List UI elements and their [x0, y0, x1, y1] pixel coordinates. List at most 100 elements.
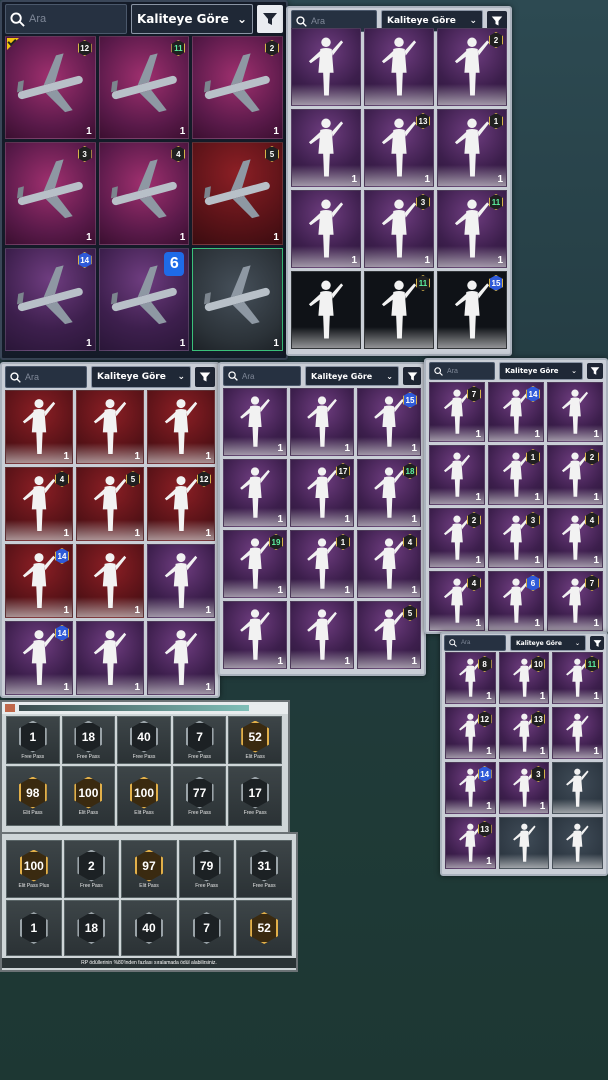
emote-item-tile[interactable]: 15 1 [357, 388, 421, 456]
season-rank-card[interactable]: 1 [6, 900, 62, 956]
filter-button[interactable] [403, 367, 421, 385]
emote-item-tile[interactable]: 41 [357, 530, 421, 598]
emote-item-tile[interactable] [364, 28, 434, 106]
emote-item-tile[interactable]: 14 1 [5, 544, 73, 618]
emote-item-tile[interactable]: 11 [488, 445, 544, 505]
emote-item-tile[interactable]: 1 [552, 707, 603, 759]
emote-item-tile[interactable]: 1 [429, 445, 485, 505]
emote-item-tile[interactable]: 1 [290, 601, 354, 669]
emote-item-tile[interactable]: 15 [437, 271, 507, 349]
sort-dropdown[interactable]: Kaliteye Göre ⌄ [305, 366, 399, 386]
season-rank-card[interactable]: 40 [121, 900, 177, 956]
sort-dropdown[interactable]: Kaliteye Göre ⌄ [131, 4, 253, 34]
season-rank-card[interactable]: 2 Free Pass [63, 840, 120, 898]
emote-item-tile[interactable]: 31 [488, 508, 544, 568]
emote-item-tile[interactable] [291, 271, 361, 349]
emote-item-tile[interactable]: 13 1 [364, 109, 434, 187]
emote-item-tile[interactable]: 31 [364, 190, 434, 268]
vehicle-item-tile[interactable]: 12 1 [5, 36, 96, 139]
emote-item-tile[interactable]: 10 1 [498, 652, 550, 704]
search-input[interactable]: Ara [5, 4, 127, 34]
season-rank-card[interactable]: 1 Free Pass [6, 716, 60, 764]
season-rank-card[interactable]: 100 Elit Pass [61, 766, 116, 826]
emote-item-tile[interactable]: 11 [364, 271, 434, 349]
season-rank-card[interactable]: 52 Elit Pass [228, 716, 282, 764]
season-rank-card[interactable]: 98 Elit Pass [6, 766, 60, 826]
emote-item-tile[interactable]: 19 1 [223, 530, 287, 598]
emote-item-tile[interactable]: 1 [147, 390, 215, 464]
emote-item-tile[interactable] [552, 817, 603, 869]
season-rank-card[interactable]: 31 Free Pass [236, 840, 292, 898]
season-rank-card[interactable]: 52 [236, 900, 292, 956]
emote-item-tile[interactable]: 71 [547, 571, 603, 631]
emote-item-tile[interactable]: 31 [498, 762, 550, 814]
emote-item-tile[interactable]: 1 [5, 390, 73, 464]
emote-item-tile[interactable]: 18 1 [357, 459, 421, 527]
emote-item-tile[interactable]: 17 1 [290, 459, 354, 527]
emote-item-tile[interactable]: 61 [488, 571, 544, 631]
season-rank-card[interactable]: 18 [63, 900, 120, 956]
vehicle-item-tile[interactable]: 61 [98, 248, 190, 351]
emote-item-tile[interactable]: 41 [5, 467, 73, 541]
emote-item-tile[interactable] [498, 817, 550, 869]
emote-item-tile[interactable]: 13 1 [445, 817, 496, 869]
season-rank-card[interactable]: 7 Free Pass [172, 716, 227, 764]
emote-item-tile[interactable]: 14 1 [445, 762, 496, 814]
emote-item-tile[interactable]: 1 [223, 459, 287, 527]
emote-item-tile[interactable] [291, 28, 361, 106]
search-input[interactable]: Ara [223, 366, 301, 386]
emote-item-tile[interactable]: 14 1 [488, 382, 544, 442]
season-rank-card[interactable]: 100 Elit Pass [117, 766, 171, 826]
emote-item-tile[interactable]: 14 1 [5, 621, 73, 695]
vehicle-item-tile[interactable]: 14 1 [5, 248, 96, 351]
emote-item-tile[interactable]: 1 [291, 109, 361, 187]
emote-item-tile[interactable]: 11 1 [437, 190, 507, 268]
emote-item-tile[interactable]: 1 [223, 601, 287, 669]
emote-item-tile[interactable]: 21 [429, 508, 485, 568]
emote-item-tile[interactable]: 1 [147, 621, 215, 695]
emote-item-tile[interactable]: 21 [547, 445, 603, 505]
season-rank-card[interactable]: 18 Free Pass [61, 716, 116, 764]
season-rank-card[interactable]: 97 Elit Pass [121, 840, 177, 898]
emote-item-tile[interactable]: 11 [437, 109, 507, 187]
vehicle-item-tile[interactable]: 51 [192, 142, 283, 245]
filter-button[interactable] [587, 363, 603, 379]
emote-item-tile[interactable]: 51 [357, 601, 421, 669]
emote-item-tile[interactable]: 11 1 [552, 652, 603, 704]
search-input[interactable]: Ara [5, 366, 87, 388]
emote-item-tile[interactable]: 1 [223, 388, 287, 456]
season-rank-card[interactable]: 77 Free Pass [172, 766, 227, 826]
season-rank-card[interactable]: 7 [178, 900, 235, 956]
vehicle-item-tile[interactable]: 21 [192, 36, 283, 139]
emote-item-tile[interactable]: 1 [291, 190, 361, 268]
emote-item-tile[interactable]: 41 [429, 571, 485, 631]
season-rank-card[interactable]: 17 Free Pass [228, 766, 282, 826]
emote-item-tile[interactable]: 11 [290, 530, 354, 598]
emote-item-tile[interactable]: 51 [76, 467, 144, 541]
emote-item-tile[interactable]: 1 [147, 544, 215, 618]
season-rank-card[interactable]: 79 Free Pass [178, 840, 235, 898]
emote-item-tile[interactable]: 1 [76, 390, 144, 464]
emote-item-tile[interactable]: 71 [429, 382, 485, 442]
emote-item-tile[interactable] [552, 762, 603, 814]
season-rank-card[interactable]: 40 Free Pass [117, 716, 171, 764]
sort-dropdown[interactable]: Kaliteye Göre ⌄ [499, 362, 583, 380]
emote-item-tile[interactable]: 1 [76, 621, 144, 695]
emote-item-tile[interactable]: 12 1 [147, 467, 215, 541]
filter-button[interactable] [195, 367, 215, 387]
filter-button[interactable] [257, 5, 283, 33]
emote-item-tile[interactable]: 13 1 [498, 707, 550, 759]
sort-dropdown[interactable]: Kaliteye Göre ⌄ [91, 366, 191, 388]
search-input[interactable]: Ara [429, 362, 495, 380]
emote-item-tile[interactable]: 41 [547, 508, 603, 568]
sort-dropdown[interactable]: Kaliteye Göre ⌄ [510, 635, 586, 651]
emote-item-tile[interactable]: 1 [76, 544, 144, 618]
vehicle-item-tile[interactable]: 41 [98, 142, 190, 245]
vehicle-item-tile[interactable]: 11 1 [98, 36, 190, 139]
emote-item-tile[interactable]: 12 1 [445, 707, 496, 759]
vehicle-item-tile[interactable]: 1 [192, 248, 283, 351]
filter-button[interactable] [590, 636, 604, 650]
emote-item-tile[interactable]: 1 [547, 382, 603, 442]
vehicle-item-tile[interactable]: 31 [5, 142, 96, 245]
search-input[interactable]: Ara [444, 635, 506, 651]
